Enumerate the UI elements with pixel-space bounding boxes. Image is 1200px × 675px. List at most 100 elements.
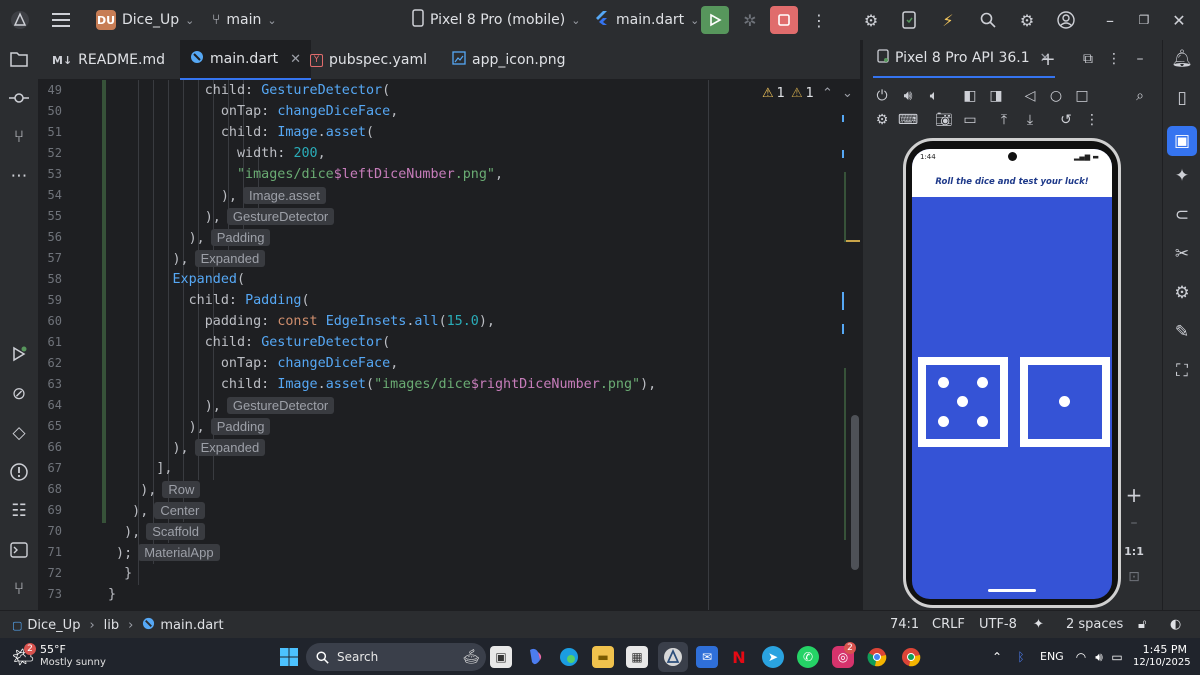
battery-icon[interactable]: ▭ [1106, 646, 1128, 668]
task-view-icon[interactable]: ▣ [490, 646, 512, 668]
stop-button[interactable] [770, 6, 798, 34]
modified-lines-marker[interactable] [102, 80, 106, 523]
upload-icon[interactable]: ⤒ [995, 111, 1013, 129]
main-menu-icon[interactable] [50, 9, 72, 31]
next-highlight-icon[interactable]: ⌄ [842, 86, 853, 101]
pull-requests-icon[interactable]: ⑂ [8, 126, 30, 148]
app-inspection-icon[interactable]: ⚙ [1171, 282, 1193, 304]
caret-position[interactable]: 74:1 [890, 617, 919, 632]
input-language[interactable]: ENG [1040, 650, 1064, 663]
screen-capture-icon[interactable]: ⛶ [1171, 360, 1193, 382]
zoom-in-icon[interactable]: + [1125, 483, 1143, 507]
download-icon[interactable]: ⤓ [1021, 111, 1039, 129]
open-in-window-icon[interactable]: ⧉ [1079, 50, 1097, 68]
whatsapp-icon[interactable]: ✆ [797, 646, 819, 668]
warnings-indicator[interactable]: ⚠ 1 [762, 86, 785, 101]
power-icon[interactable]: ⏻ [873, 87, 891, 105]
edit-pencil-icon[interactable]: ✎ [1171, 321, 1193, 343]
breadcrumb-file[interactable]: main.dart [160, 618, 223, 633]
device-settings-icon[interactable]: ⚙ [873, 111, 891, 129]
back-icon[interactable]: ◁ [1021, 87, 1039, 105]
run-button[interactable] [701, 6, 729, 34]
problems-icon[interactable] [8, 461, 30, 483]
notifications-bell-icon[interactable]: 🔔︎ [1171, 48, 1193, 70]
more-vertical-icon[interactable]: ⋮ [1083, 111, 1101, 129]
add-device-icon[interactable]: + [1039, 49, 1057, 70]
run-panel-icon[interactable] [8, 343, 30, 365]
more-tools-icon[interactable]: ⋯ [8, 165, 30, 187]
gemini-sparkle-icon[interactable]: ✦ [1171, 165, 1193, 187]
phone-screen[interactable]: 1:44 ▂▄▆ ▬ Roll the dice and test your l… [912, 149, 1112, 599]
close-window-icon[interactable]: ✕ [1168, 9, 1190, 31]
ai-assistant-icon[interactable]: ✦ [1033, 617, 1044, 632]
file-encoding[interactable]: UTF-8 [979, 617, 1017, 632]
device-manager-icon[interactable]: ▯ [1171, 87, 1193, 109]
memory-indicator-icon[interactable]: ◐ [1170, 617, 1181, 632]
rotate-right-icon[interactable]: ◨ [987, 87, 1005, 105]
clock-date[interactable]: 12/10/2025 [1133, 657, 1191, 668]
more-vertical-icon[interactable]: ⋮ [808, 9, 830, 31]
chrome-profile-icon[interactable] [900, 646, 922, 668]
overview-icon[interactable]: □ [1073, 87, 1091, 105]
chrome-icon[interactable] [866, 646, 888, 668]
flutter-performance-icon[interactable]: ◇ [8, 422, 30, 444]
mail-icon[interactable]: ✉ [696, 646, 718, 668]
zoom-out-icon[interactable]: – [1125, 514, 1143, 532]
hide-panel-icon[interactable]: – [1131, 50, 1149, 68]
store-icon[interactable]: ▦ [626, 646, 648, 668]
flutter-inspector-icon[interactable]: ⊘ [8, 383, 30, 405]
code-content[interactable]: child: GestureDetector( onTap: changeDic… [108, 80, 748, 610]
telegram-icon[interactable]: ➤ [762, 646, 784, 668]
snapshot-icon[interactable]: ↺ [1057, 111, 1075, 129]
project-folder-icon[interactable] [8, 48, 30, 70]
hot-reload-lightning-icon[interactable]: ⚡ [937, 9, 959, 31]
bluetooth-icon[interactable]: ᛒ [1010, 646, 1032, 668]
screenshot-camera-icon[interactable]: 📷︎ [935, 111, 953, 129]
windows-start-icon[interactable] [278, 646, 300, 668]
volume-down-icon[interactable]: 🔈︎ [925, 87, 943, 105]
tab-pubspec[interactable]: Y pubspec.yaml [300, 40, 437, 80]
taskbar-search[interactable]: Search 🥧︎ [306, 643, 486, 671]
lock-icon[interactable]: 🔓︎ [1138, 617, 1146, 632]
breadcrumb-folder[interactable]: lib [104, 618, 119, 633]
minimize-window-icon[interactable]: – [1099, 9, 1121, 31]
account-icon[interactable] [1055, 9, 1077, 31]
editor-scrollbar-thumb[interactable] [851, 415, 859, 570]
left-dice[interactable] [918, 357, 1008, 447]
device-tab[interactable]: Pixel 8 Pro API 36.1 ✕ [873, 40, 1055, 78]
file-explorer-icon[interactable]: ▬ [592, 646, 614, 668]
version-control-icon[interactable]: ⑂ [8, 578, 30, 600]
zoom-actual-size[interactable]: 1:1 [1124, 542, 1144, 560]
rotate-left-icon[interactable]: ◧ [961, 87, 979, 105]
weak-warnings-indicator[interactable]: ⚠ 1 [791, 86, 814, 101]
copilot-icon[interactable] [524, 646, 546, 668]
debug-bug-icon[interactable]: ✲ [739, 9, 761, 31]
more-vertical-icon[interactable]: ⋮ [1105, 50, 1123, 68]
indent-setting[interactable]: 2 spaces [1066, 617, 1123, 632]
volume-up-icon[interactable]: 🔊︎ [899, 87, 917, 105]
clock-time[interactable]: 1:45 PM [1135, 643, 1187, 656]
branch-selector[interactable]: ⑂ main ⌄ [212, 8, 277, 32]
project-selector[interactable]: DU Dice_Up ⌄ [96, 8, 194, 32]
weather-desc[interactable]: Mostly sunny [40, 657, 106, 668]
commit-icon[interactable] [8, 87, 30, 109]
home-icon[interactable]: ○ [1047, 87, 1065, 105]
running-devices-icon[interactable]: ▣ [1167, 126, 1197, 156]
tab-app-icon[interactable]: app_icon.png [442, 40, 575, 80]
tab-main-dart[interactable]: main.dart ✕ [180, 40, 312, 80]
flutter-outline-icon[interactable]: ⊂ [1171, 204, 1193, 226]
previous-highlight-icon[interactable]: ⌃ [822, 86, 833, 101]
run-config-selector[interactable]: main.dart ⌄ [594, 8, 699, 32]
fit-screen-icon[interactable]: ⊡ [1125, 568, 1143, 586]
terminal-icon[interactable] [8, 539, 30, 561]
netflix-icon[interactable]: N [728, 646, 750, 668]
device-selector[interactable]: Pixel 8 Pro (mobile) ⌄ [412, 8, 580, 32]
line-separator[interactable]: CRLF [932, 617, 965, 632]
screen-record-icon[interactable]: ▭ [961, 111, 979, 129]
code-editor[interactable]: 49 50 51 52 53 54 55 56 57 58 59 60 61 6… [38, 80, 860, 610]
breadcrumb-project[interactable]: Dice_Up [27, 618, 80, 633]
right-dice[interactable] [1020, 357, 1110, 447]
edge-browser-icon[interactable] [558, 646, 580, 668]
settings-gear-icon[interactable]: ⚙ [860, 9, 882, 31]
search-icon[interactable] [977, 9, 999, 31]
